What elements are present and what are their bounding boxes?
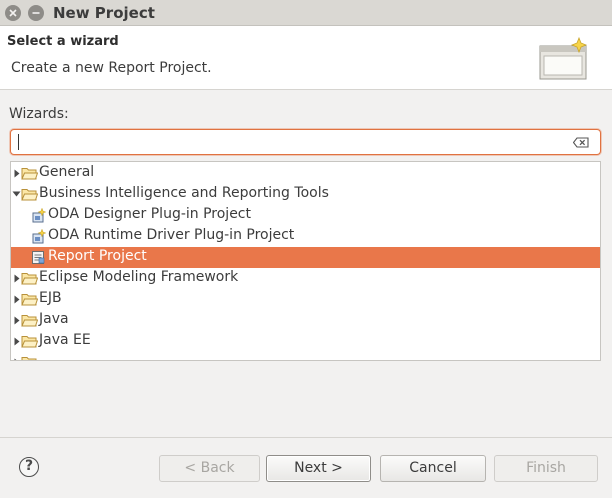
next-button[interactable]: Next > [266, 455, 371, 482]
expand-arrow-icon[interactable] [13, 169, 21, 178]
window-title: New Project [53, 4, 155, 22]
help-button[interactable]: ? [19, 457, 39, 477]
tree-item-birt[interactable]: Business Intelligence and Reporting Tool… [11, 184, 600, 205]
minimize-icon [32, 12, 40, 14]
expand-arrow-icon[interactable] [13, 274, 21, 283]
cancel-button[interactable]: Cancel [380, 455, 486, 482]
back-button[interactable]: < Back [159, 455, 260, 482]
clear-filter-icon[interactable] [573, 137, 589, 148]
folder-icon [21, 336, 38, 348]
expand-arrow-icon[interactable] [13, 295, 21, 304]
text-cursor [18, 134, 19, 150]
wizard-tree[interactable]: General Business Intelligence and Report… [10, 161, 601, 361]
folder-icon [21, 273, 38, 285]
tree-item-label: Business Intelligence and Reporting Tool… [39, 185, 329, 201]
expand-arrow-icon[interactable] [13, 358, 21, 361]
tree-item-label: EJB [39, 290, 62, 306]
tree-item-label: Eclipse Modeling Framework [39, 269, 239, 285]
title-bar: New Project [0, 0, 612, 26]
expand-arrow-icon[interactable] [13, 316, 21, 325]
tree-item-java-ee[interactable]: Java EE [11, 331, 600, 352]
expand-arrow-icon[interactable] [13, 337, 21, 346]
tree-item-label: Report Project [48, 248, 147, 264]
tree-item-emf[interactable]: Eclipse Modeling Framework [11, 268, 600, 289]
plugin-project-icon [32, 208, 47, 223]
tree-item-ejb[interactable]: EJB [11, 289, 600, 310]
folder-icon [21, 315, 38, 327]
tree-item-label: Java [39, 311, 69, 327]
collapse-arrow-icon[interactable] [12, 190, 21, 198]
tree-item-report-project[interactable]: Report Project [11, 247, 600, 268]
close-window-button[interactable] [5, 5, 21, 21]
folder-open-icon [21, 189, 38, 201]
tree-item-oda-runtime[interactable]: ODA Runtime Driver Plug-in Project [11, 226, 600, 247]
wizards-label: Wizards: [9, 106, 69, 122]
finish-button[interactable]: Finish [494, 455, 598, 482]
close-icon [9, 9, 17, 17]
wizard-filter-input[interactable] [10, 129, 601, 155]
tree-item-label: Java EE [39, 332, 91, 348]
tree-item-partial[interactable] [11, 352, 600, 361]
tree-item-oda-designer[interactable]: ODA Designer Plug-in Project [11, 205, 600, 226]
tree-item-java[interactable]: Java [11, 310, 600, 331]
report-project-icon [32, 251, 45, 264]
plugin-project-icon [32, 229, 47, 244]
minimize-window-button[interactable] [28, 5, 44, 21]
header-description: Create a new Report Project. [11, 60, 212, 76]
tree-item-general[interactable]: General [11, 163, 600, 184]
folder-icon [21, 357, 37, 360]
wizard-header: Select a wizard Create a new Report Proj… [0, 26, 612, 90]
button-bar-divider [0, 437, 612, 438]
folder-icon [21, 168, 38, 180]
tree-item-label: ODA Runtime Driver Plug-in Project [48, 227, 295, 243]
tree-item-label: General [39, 164, 95, 180]
tree-item-label: ODA Designer Plug-in Project [48, 206, 251, 222]
header-title: Select a wizard [7, 34, 119, 49]
folder-icon [21, 294, 38, 306]
new-wizard-banner-icon [539, 36, 588, 80]
